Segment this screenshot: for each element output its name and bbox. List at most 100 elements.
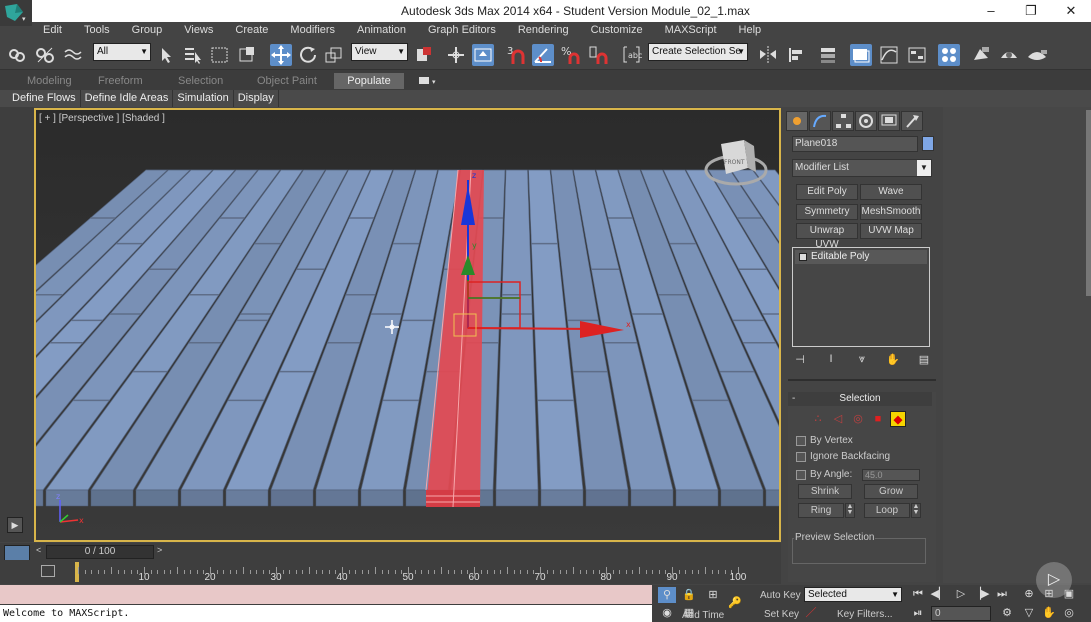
ring-button[interactable]: Ring	[798, 503, 844, 518]
menu-views[interactable]: Views	[173, 22, 224, 40]
set-key-button[interactable]: Set Key	[764, 609, 799, 620]
maxscript-mini-listener[interactable]: Welcome to MAXScript.	[0, 605, 652, 622]
menu-animation[interactable]: Animation	[346, 22, 417, 40]
loop-spinner[interactable]: ▲ ▼	[911, 503, 921, 518]
object-color-swatch[interactable]	[922, 136, 934, 151]
ribbon-options-icon[interactable]: ▾	[418, 75, 442, 87]
next-frame-icon[interactable]: ▕▶	[972, 586, 990, 602]
set-keys-icon[interactable]: ／	[802, 605, 820, 621]
maxscript-mini-listener-top[interactable]	[0, 585, 652, 604]
layer-explorer-icon[interactable]	[850, 44, 872, 66]
key-filters-button[interactable]: Key Filters...	[837, 609, 893, 620]
menu-help[interactable]: Help	[728, 22, 773, 40]
pivot-center-icon[interactable]	[413, 44, 435, 66]
expand-square-icon[interactable]	[799, 253, 807, 261]
scene-explorer-icon[interactable]	[818, 44, 840, 66]
orbit-icon[interactable]: ◎	[1060, 605, 1078, 621]
hierarchy-tab-icon[interactable]	[832, 111, 854, 131]
select-by-name-icon[interactable]	[182, 44, 204, 66]
select-and-rotate-icon[interactable]	[297, 44, 319, 66]
modifier-stack[interactable]: Editable Poly	[792, 247, 930, 347]
key-mode-toggle-icon[interactable]: ⏯	[909, 605, 927, 621]
spinner-snap-icon[interactable]	[588, 44, 610, 66]
element-level-icon[interactable]: ◆	[890, 411, 906, 427]
edge-level-icon[interactable]: ◁	[830, 411, 846, 427]
selection-rollout-header[interactable]: - Selection	[788, 392, 932, 406]
selection-filter-dropdown[interactable]: All ▼	[93, 43, 151, 61]
ignore-backfacing-checkbox[interactable]: Ignore Backfacing	[796, 450, 890, 464]
object-name-field[interactable]: Plane018	[792, 136, 918, 152]
command-panel-scrollbar[interactable]	[1086, 110, 1091, 296]
go-to-end-icon[interactable]: ⏭	[993, 586, 1011, 602]
show-end-result-icon[interactable]: I	[823, 353, 839, 369]
absolute-mode-icon[interactable]: ⊞	[704, 587, 722, 603]
video-play-overlay-icon[interactable]: ▷	[1036, 562, 1072, 598]
meshsmooth-button[interactable]: MeshSmooth	[860, 204, 922, 220]
field-of-view-icon[interactable]: ▽	[1020, 605, 1038, 621]
restore-button[interactable]: ❐	[1011, 0, 1051, 22]
define-flows-button[interactable]: Define Flows	[8, 90, 81, 107]
remove-modifier-icon[interactable]: ✋	[885, 353, 901, 369]
previous-frame-icon[interactable]: ◀▏	[930, 586, 948, 602]
make-unique-icon[interactable]: ⩔	[854, 353, 870, 369]
display-tab-icon[interactable]	[878, 111, 900, 131]
uvw-map-button[interactable]: UVW Map	[860, 223, 922, 239]
add-time-tag[interactable]: Add Time	[682, 610, 724, 621]
mini-curve-editor-icon[interactable]	[41, 565, 55, 577]
angle-value-field[interactable]: 45.0	[862, 469, 920, 481]
menu-create[interactable]: Create	[224, 22, 279, 40]
scene-canvas[interactable]: x z y FRONT z x	[36, 110, 781, 542]
menu-rendering[interactable]: Rendering	[507, 22, 580, 40]
perspective-viewport[interactable]: x z y FRONT z x [ + ] [Perspective ] [Sh…	[34, 108, 781, 542]
menu-edit[interactable]: Edit	[32, 22, 73, 40]
bind-spacewarp-icon[interactable]	[62, 44, 84, 66]
menu-maxscript[interactable]: MAXScript	[654, 22, 728, 40]
play-icon[interactable]: ▷	[952, 586, 970, 602]
by-angle-checkbox[interactable]: By Angle: 45.0	[796, 468, 936, 482]
modifier-list-dropdown[interactable]: Modifier List ▼	[792, 159, 932, 177]
grow-button[interactable]: Grow	[864, 484, 918, 499]
wood-floor-mesh[interactable]	[36, 169, 781, 507]
render-production-icon[interactable]	[1026, 44, 1048, 66]
vertex-level-icon[interactable]: ∴	[810, 411, 826, 427]
wave-button[interactable]: Wave	[860, 184, 922, 200]
align-icon[interactable]	[785, 44, 807, 66]
isolate-selection-icon[interactable]: ⚲	[658, 587, 676, 603]
close-button[interactable]: ✕	[1051, 0, 1091, 22]
snaps-toggle-icon[interactable]: 3	[505, 44, 527, 66]
menu-tools[interactable]: Tools	[73, 22, 121, 40]
pan-view-icon[interactable]: ✋	[1040, 605, 1058, 621]
menu-modifiers[interactable]: Modifiers	[279, 22, 346, 40]
key-mode-dropdown[interactable]: Selected ▼	[804, 587, 902, 602]
viewport-label[interactable]: [ + ] [Perspective ] [Shaded ]	[39, 113, 165, 124]
symmetry-button[interactable]: Symmetry	[796, 204, 858, 220]
motion-tab-icon[interactable]	[855, 111, 877, 131]
angle-snap-icon[interactable]	[532, 44, 554, 66]
polygon-level-icon[interactable]: ■	[870, 411, 886, 427]
shrink-button[interactable]: Shrink	[798, 484, 852, 499]
rectangular-selection-icon[interactable]	[209, 44, 231, 66]
menu-graph-editors[interactable]: Graph Editors	[417, 22, 507, 40]
tab-object-paint[interactable]: Object Paint	[257, 73, 317, 89]
define-idle-areas-button[interactable]: Define Idle Areas	[81, 90, 174, 107]
edit-named-selection-icon[interactable]: abc	[620, 44, 642, 66]
render-setup-icon[interactable]	[970, 44, 992, 66]
time-next-arrow[interactable]: >	[157, 545, 162, 555]
tab-selection[interactable]: Selection	[178, 73, 223, 89]
tab-freeform[interactable]: Freeform	[98, 73, 143, 89]
schematic-view-icon[interactable]	[906, 44, 928, 66]
display-button[interactable]: Display	[234, 90, 279, 107]
percent-snap-icon[interactable]: %	[560, 44, 582, 66]
menu-customize[interactable]: Customize	[580, 22, 654, 40]
time-tag-icon[interactable]: ◉	[658, 605, 676, 621]
go-to-start-icon[interactable]: ⏮	[909, 586, 927, 602]
mirror-icon[interactable]	[757, 44, 779, 66]
zoom-icon[interactable]: ⊕	[1020, 586, 1038, 602]
selection-lock-icon[interactable]: 🔒	[680, 587, 698, 603]
configure-modifier-sets-icon[interactable]: ▤	[916, 353, 932, 369]
current-frame-field[interactable]: 0	[931, 606, 991, 621]
modify-tab-icon[interactable]	[809, 111, 831, 131]
named-selection-dropdown[interactable]: Create Selection Se ▼	[648, 43, 748, 61]
tab-modeling[interactable]: Modeling	[27, 73, 72, 89]
loop-button[interactable]: Loop	[864, 503, 910, 518]
